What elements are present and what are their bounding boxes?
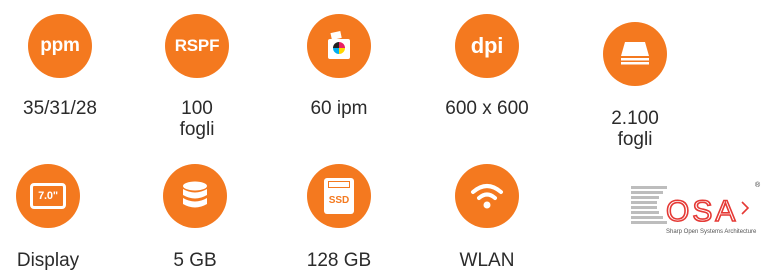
rspf-icon: RSPF [165, 14, 229, 78]
svg-text:OSA: OSA [666, 195, 738, 228]
spec-label: 5 GB [173, 250, 217, 271]
spec-label: 100 fogli [179, 98, 215, 140]
spec-label: WLAN [459, 250, 515, 271]
display-icon: 7.0" [16, 164, 80, 228]
spec-label: 35/31/28 [23, 98, 97, 119]
osa-tagline: Sharp Open Systems Architecture [666, 229, 757, 235]
ssd-icon: SSD [307, 164, 371, 228]
dpi-icon: dpi [455, 14, 519, 78]
storage-icon [163, 164, 227, 228]
ppm-icon: ppm [28, 14, 92, 78]
spec-label: 600 x 600 [445, 98, 529, 119]
paper-tray-icon [603, 22, 667, 86]
wifi-icon [455, 164, 519, 228]
spec-label: 128 GB [306, 250, 372, 271]
spec-label: Display [16, 250, 80, 271]
osa-logo: OSA Sharp Open Systems Architecture ® [628, 182, 761, 242]
spec-label: 2.100 fogli [611, 108, 659, 150]
registered-mark: ® [755, 182, 761, 189]
spec-label: 60 ipm [310, 98, 368, 119]
color-print-icon [307, 14, 371, 78]
